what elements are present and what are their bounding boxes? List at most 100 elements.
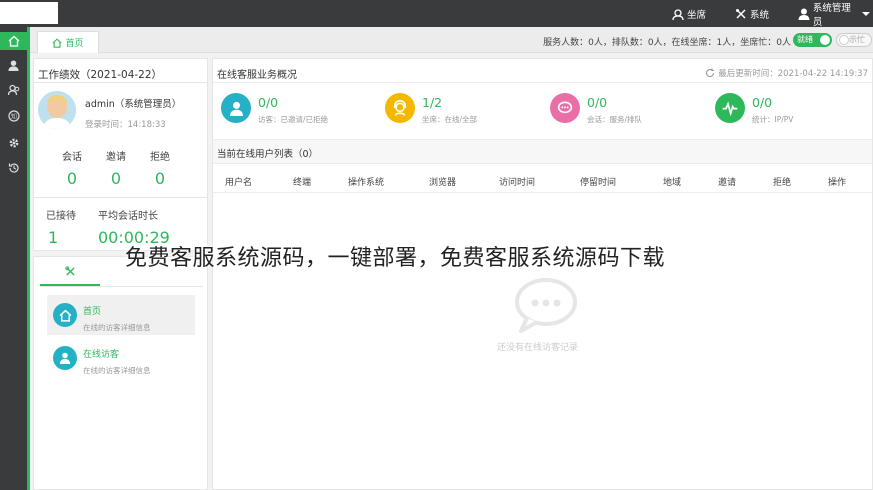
pulse-icon bbox=[715, 93, 745, 123]
quick-item-title: 在线访客 bbox=[83, 350, 120, 360]
svg-text:知: 知 bbox=[10, 113, 16, 121]
home-icon bbox=[53, 303, 77, 327]
quick-item-desc: 在线的访客详细信息 bbox=[83, 323, 151, 332]
update-time-text: 最后更新时间：2021-04-22 14:19:37 bbox=[718, 69, 868, 79]
chat-icon bbox=[550, 93, 580, 123]
stat-value: 0 bbox=[66, 169, 78, 188]
user-icon bbox=[8, 59, 19, 71]
stat-served: 已接待 1 bbox=[46, 207, 76, 247]
nav-user[interactable] bbox=[0, 56, 27, 74]
stat-label: 已接待 bbox=[46, 211, 76, 222]
performance-panel: 工作绩效（2021-04-22） admin（系统管理员） 登录时间：14:18… bbox=[33, 58, 208, 251]
performance-title: 工作绩效（2021-04-22） bbox=[38, 69, 163, 81]
knowledge-icon: 知 bbox=[7, 110, 20, 122]
kpi-agents: 1/2 坐席：在线/全部 bbox=[385, 93, 550, 127]
status-ready-toggle[interactable]: 就绪 bbox=[793, 33, 832, 47]
agent-menu-label: 坐席 bbox=[687, 9, 707, 21]
col-username[interactable]: 用户名 bbox=[225, 175, 252, 188]
kpi-sessions: 0/0 会话：服务/排队 bbox=[550, 93, 715, 127]
user-icon bbox=[798, 8, 810, 20]
col-reject[interactable]: 拒绝 bbox=[773, 175, 791, 188]
stat-label: 平均会话时长 bbox=[98, 211, 158, 222]
nav-users[interactable] bbox=[0, 81, 27, 99]
quick-item-title: 首页 bbox=[83, 307, 102, 317]
quick-item-online-visitors[interactable]: 在线访客 在线的访客详细信息 bbox=[47, 338, 195, 378]
logo[interactable] bbox=[0, 2, 58, 24]
user-menu-label: 系统管理员 bbox=[812, 2, 851, 28]
caret-down-icon bbox=[862, 11, 870, 16]
quick-item-desc: 在线的访客详细信息 bbox=[83, 366, 151, 375]
tools-icon bbox=[736, 8, 746, 19]
top-bar: 坐席 系统 系统管理员 bbox=[0, 0, 873, 28]
stat-sessions: 会话 0 bbox=[62, 148, 82, 188]
system-menu[interactable]: 系统 bbox=[735, 0, 769, 27]
visitor-icon bbox=[221, 93, 251, 123]
avatar-face-icon bbox=[38, 91, 76, 129]
agent-menu[interactable]: 坐席 bbox=[672, 0, 706, 27]
history-icon bbox=[8, 163, 19, 173]
tab-bar: 首页 服务人数：0人，排队数：0人，在线坐席：1人，坐席忙：0人 bbox=[30, 27, 873, 53]
col-visit-time[interactable]: 访问时间 bbox=[499, 175, 535, 188]
stat-label: 邀请 bbox=[106, 152, 126, 163]
nav-knowledge[interactable]: 知 bbox=[0, 107, 27, 125]
stat-value: 0 bbox=[154, 169, 166, 188]
kpi-value: 0/0 bbox=[258, 95, 279, 110]
empty-chat-icon bbox=[515, 278, 577, 333]
online-list-header: 当前在线用户列表（0） bbox=[213, 139, 872, 164]
kpi-desc: 统计：IP/PV bbox=[752, 115, 794, 124]
status-busy-toggle[interactable]: 示忙 bbox=[836, 33, 872, 47]
watermark-text: 免费客服系统源码，一键部署，免费客服系统源码下载 bbox=[125, 246, 666, 271]
tab-home[interactable]: 首页 bbox=[37, 31, 99, 53]
stat-invites: 邀请 0 bbox=[106, 148, 126, 188]
user-name: admin（系统管理员） bbox=[85, 99, 182, 110]
status-busy-label: 示忙 bbox=[849, 35, 865, 44]
status-ready-label: 就绪 bbox=[797, 35, 813, 44]
col-stay-time[interactable]: 停留时间 bbox=[580, 175, 616, 188]
tools-icon[interactable] bbox=[65, 266, 76, 277]
stat-label: 会话 bbox=[62, 152, 82, 163]
quick-item-home[interactable]: 首页 在线的访客详细信息 bbox=[47, 295, 195, 335]
divider bbox=[40, 286, 203, 287]
kpi-value: 0/0 bbox=[587, 95, 608, 110]
refresh-icon[interactable] bbox=[705, 68, 715, 78]
overview-title: 在线客服业务概况 bbox=[217, 70, 297, 81]
col-terminal[interactable]: 终端 bbox=[293, 175, 311, 188]
agent-headset-icon bbox=[672, 8, 684, 20]
stat-value: 0 bbox=[110, 169, 122, 188]
tab-home-label: 首页 bbox=[65, 39, 84, 49]
empty-state-text: 还没有在线访客记录 bbox=[497, 343, 579, 353]
avatar bbox=[38, 91, 76, 129]
divider bbox=[213, 82, 872, 83]
nav-home[interactable] bbox=[0, 32, 27, 50]
kpi-desc: 会话：服务/排队 bbox=[587, 115, 643, 124]
service-stats: 服务人数：0人，排队数：0人，在线坐席：1人，坐席忙：0人 bbox=[543, 38, 791, 48]
divider bbox=[34, 82, 207, 83]
user-menu[interactable]: 系统管理员 bbox=[798, 0, 873, 28]
table-header: 用户名 终端 操作系统 浏览器 访问时间 停留时间 地域 邀请 拒绝 操作 bbox=[213, 169, 872, 193]
nav-history[interactable] bbox=[0, 159, 27, 177]
col-os[interactable]: 操作系统 bbox=[348, 175, 384, 188]
kpi-value: 1/2 bbox=[422, 95, 443, 110]
kpi-desc: 坐席：在线/全部 bbox=[422, 115, 478, 124]
col-region[interactable]: 地域 bbox=[663, 175, 681, 188]
quick-nav-panel: 首页 在线的访客详细信息 在线访客 在线的访客详细信息 bbox=[33, 256, 208, 490]
kpi-value: 0/0 bbox=[752, 95, 773, 110]
kpi-visitors: 0/0 访客：已邀请/已拒绝 bbox=[221, 93, 386, 127]
divider bbox=[34, 197, 207, 198]
stat-rejects: 拒绝 0 bbox=[150, 148, 170, 188]
stat-value: 1 bbox=[48, 228, 59, 247]
col-actions[interactable]: 操作 bbox=[828, 175, 846, 188]
nav-settings[interactable] bbox=[0, 134, 27, 152]
sidebar-accent-line bbox=[27, 27, 30, 490]
update-time[interactable]: 最后更新时间：2021-04-22 14:19:37 bbox=[705, 67, 868, 79]
home-icon bbox=[8, 35, 19, 47]
toggle-knob bbox=[820, 35, 830, 45]
visitor-icon bbox=[53, 346, 77, 370]
col-browser[interactable]: 浏览器 bbox=[429, 175, 456, 188]
users-icon bbox=[7, 84, 19, 96]
col-invite[interactable]: 邀请 bbox=[718, 175, 736, 188]
stat-label: 拒绝 bbox=[150, 152, 170, 163]
online-list-title: 当前在线用户列表（0） bbox=[217, 149, 319, 160]
kpi-desc: 访客：已邀请/已拒绝 bbox=[258, 115, 329, 124]
login-time: 登录时间：14:18:33 bbox=[85, 120, 166, 130]
